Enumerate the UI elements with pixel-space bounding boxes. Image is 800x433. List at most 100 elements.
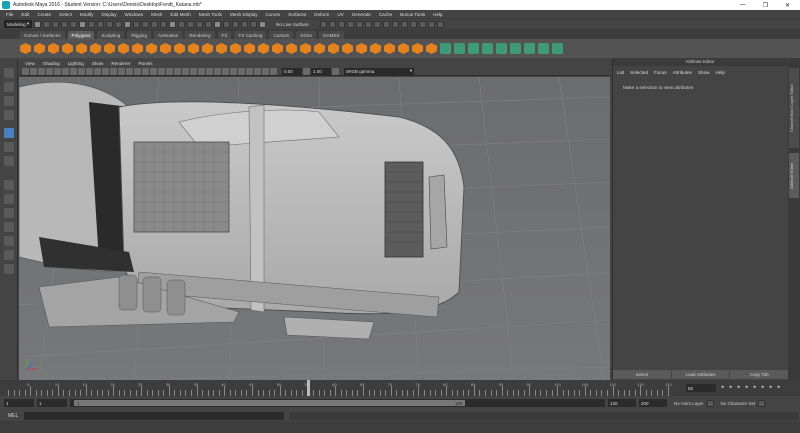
shelf-tab-fx[interactable]: FX: [217, 31, 232, 39]
color-space-dropdown[interactable]: sRGB gamma ▾: [344, 67, 414, 75]
next-key-button[interactable]: ▸: [760, 384, 766, 390]
attr-button-copy-tab[interactable]: Copy Tab: [730, 370, 789, 379]
poly-primitive-icon[interactable]: [216, 43, 227, 54]
select-tool-icon[interactable]: [4, 68, 14, 78]
attr-menu-list[interactable]: List: [617, 70, 624, 75]
poly-primitive-icon[interactable]: [370, 43, 381, 54]
shelf-tab-polygons[interactable]: Polygons: [67, 31, 95, 39]
viewport-option-icon[interactable]: [158, 67, 165, 75]
shelf-tab-fx-caching[interactable]: FX Caching: [234, 31, 267, 39]
time-slider[interactable]: 5 10 15 20 25 30 35 40 45 50 55 60 65 70 75 80 85 90 95 100…: [0, 380, 800, 396]
shelf-tab-custom[interactable]: Custom: [269, 31, 294, 39]
menu-surfaces[interactable]: Surfaces: [288, 12, 306, 17]
viewport-option-icon[interactable]: [142, 67, 149, 75]
poly-primitive-icon[interactable]: [34, 43, 45, 54]
poly-primitive-icon[interactable]: [132, 43, 143, 54]
poly-primitive-icon[interactable]: [188, 43, 199, 54]
status-tool-icon[interactable]: [115, 20, 122, 28]
poly-primitive-icon[interactable]: [104, 43, 115, 54]
shelf-tab-curves-surfaces[interactable]: Curves / Surfaces: [20, 31, 65, 39]
viewport-option-icon[interactable]: [254, 67, 261, 75]
anim-layer-label[interactable]: No Anim Layer: [674, 401, 704, 406]
uv-tool-icon[interactable]: [496, 43, 507, 54]
render-tool-icon[interactable]: [347, 20, 354, 28]
step-back-button[interactable]: ▸: [728, 384, 734, 390]
viewport-option-icon[interactable]: [270, 67, 277, 75]
paint-select-icon[interactable]: [4, 96, 14, 106]
menu-deform[interactable]: Deform: [314, 12, 329, 17]
playback-end-field[interactable]: 120: [608, 399, 636, 407]
poly-primitive-icon[interactable]: [314, 43, 325, 54]
status-tool-icon[interactable]: [241, 20, 248, 28]
viewport-option-icon[interactable]: [174, 67, 181, 75]
menu-mesh-tools[interactable]: Mesh Tools: [199, 12, 222, 17]
channel-box-tab[interactable]: Channel Box / Layer Editor: [789, 68, 799, 148]
menu-bonus-tools[interactable]: Bonus Tools: [400, 12, 425, 17]
menu-modify[interactable]: Modify: [80, 12, 94, 17]
viewport-option-icon[interactable]: [30, 67, 37, 75]
poly-primitive-icon[interactable]: [272, 43, 283, 54]
character-set-label[interactable]: No Character Set: [721, 401, 756, 406]
poly-primitive-icon[interactable]: [48, 43, 59, 54]
poly-primitive-icon[interactable]: [146, 43, 157, 54]
status-tool-icon[interactable]: [142, 20, 149, 28]
menu-help[interactable]: Help: [433, 12, 442, 17]
menu-set-dropdown[interactable]: Modeling ▾: [4, 20, 32, 28]
layout-graph-icon[interactable]: [4, 236, 14, 246]
viewport-option-icon[interactable]: [62, 67, 69, 75]
move-tool-icon[interactable]: [4, 110, 14, 120]
viewport-option-icon[interactable]: [246, 67, 253, 75]
status-tool-icon[interactable]: [223, 20, 230, 28]
menu-create[interactable]: Create: [37, 12, 51, 17]
viewport-option-icon[interactable]: [134, 67, 141, 75]
last-tool-icon[interactable]: [4, 156, 14, 166]
layout-uv-icon[interactable]: [4, 264, 14, 274]
poly-primitive-icon[interactable]: [202, 43, 213, 54]
status-tool-icon[interactable]: [88, 20, 95, 28]
menu-windows[interactable]: Windows: [125, 12, 144, 17]
render-tool-icon[interactable]: [374, 20, 381, 28]
poly-primitive-icon[interactable]: [300, 43, 311, 54]
status-tool-icon[interactable]: [43, 20, 50, 28]
render-tool-icon[interactable]: [338, 20, 345, 28]
attr-button-load-attributes[interactable]: Load Attributes: [671, 370, 730, 379]
lasso-tool-icon[interactable]: [4, 82, 14, 92]
menu-curves[interactable]: Curves: [266, 12, 281, 17]
attr-menu-show[interactable]: Show: [698, 70, 710, 75]
viewport-option-icon[interactable]: [190, 67, 197, 75]
render-tool-icon[interactable]: [419, 20, 426, 28]
menu-mesh[interactable]: Mesh: [151, 12, 162, 17]
poly-primitive-icon[interactable]: [412, 43, 423, 54]
poly-primitive-icon[interactable]: [258, 43, 269, 54]
render-tool-icon[interactable]: [401, 20, 408, 28]
viewport-menu-renderer[interactable]: Renderer: [111, 61, 130, 66]
viewport-option-icon[interactable]: [86, 67, 93, 75]
viewport-option-icon[interactable]: [214, 67, 221, 75]
menu-uv[interactable]: UV: [337, 12, 343, 17]
viewport-option-icon[interactable]: [110, 67, 117, 75]
status-tool-icon[interactable]: [214, 20, 221, 28]
shelf-tab-rendering[interactable]: Rendering: [185, 31, 215, 39]
status-tool-icon[interactable]: [259, 20, 266, 28]
poly-primitive-icon[interactable]: [174, 43, 185, 54]
animation-end-field[interactable]: 200: [639, 399, 667, 407]
poly-primitive-icon[interactable]: [384, 43, 395, 54]
render-tool-icon[interactable]: [329, 20, 336, 28]
viewport-menu-panels[interactable]: Panels: [138, 61, 152, 66]
menu-edit-mesh[interactable]: Edit Mesh: [170, 12, 190, 17]
skip-start-button[interactable]: ▸: [720, 384, 726, 390]
status-tool-icon[interactable]: [187, 20, 194, 28]
render-tool-icon[interactable]: [320, 20, 327, 28]
attr-menu-help[interactable]: Help: [715, 70, 724, 75]
viewport-option-icon[interactable]: [206, 67, 213, 75]
poly-primitive-icon[interactable]: [76, 43, 87, 54]
status-tool-icon[interactable]: [124, 20, 131, 28]
status-tool-icon[interactable]: [106, 20, 113, 28]
status-tool-icon[interactable]: [250, 20, 257, 28]
status-tool-icon[interactable]: [151, 20, 158, 28]
viewport-option-icon[interactable]: [118, 67, 125, 75]
uv-tool-icon[interactable]: [510, 43, 521, 54]
layout-two-icon[interactable]: [4, 208, 14, 218]
render-tool-icon[interactable]: [428, 20, 435, 28]
status-tool-icon[interactable]: [169, 20, 176, 28]
